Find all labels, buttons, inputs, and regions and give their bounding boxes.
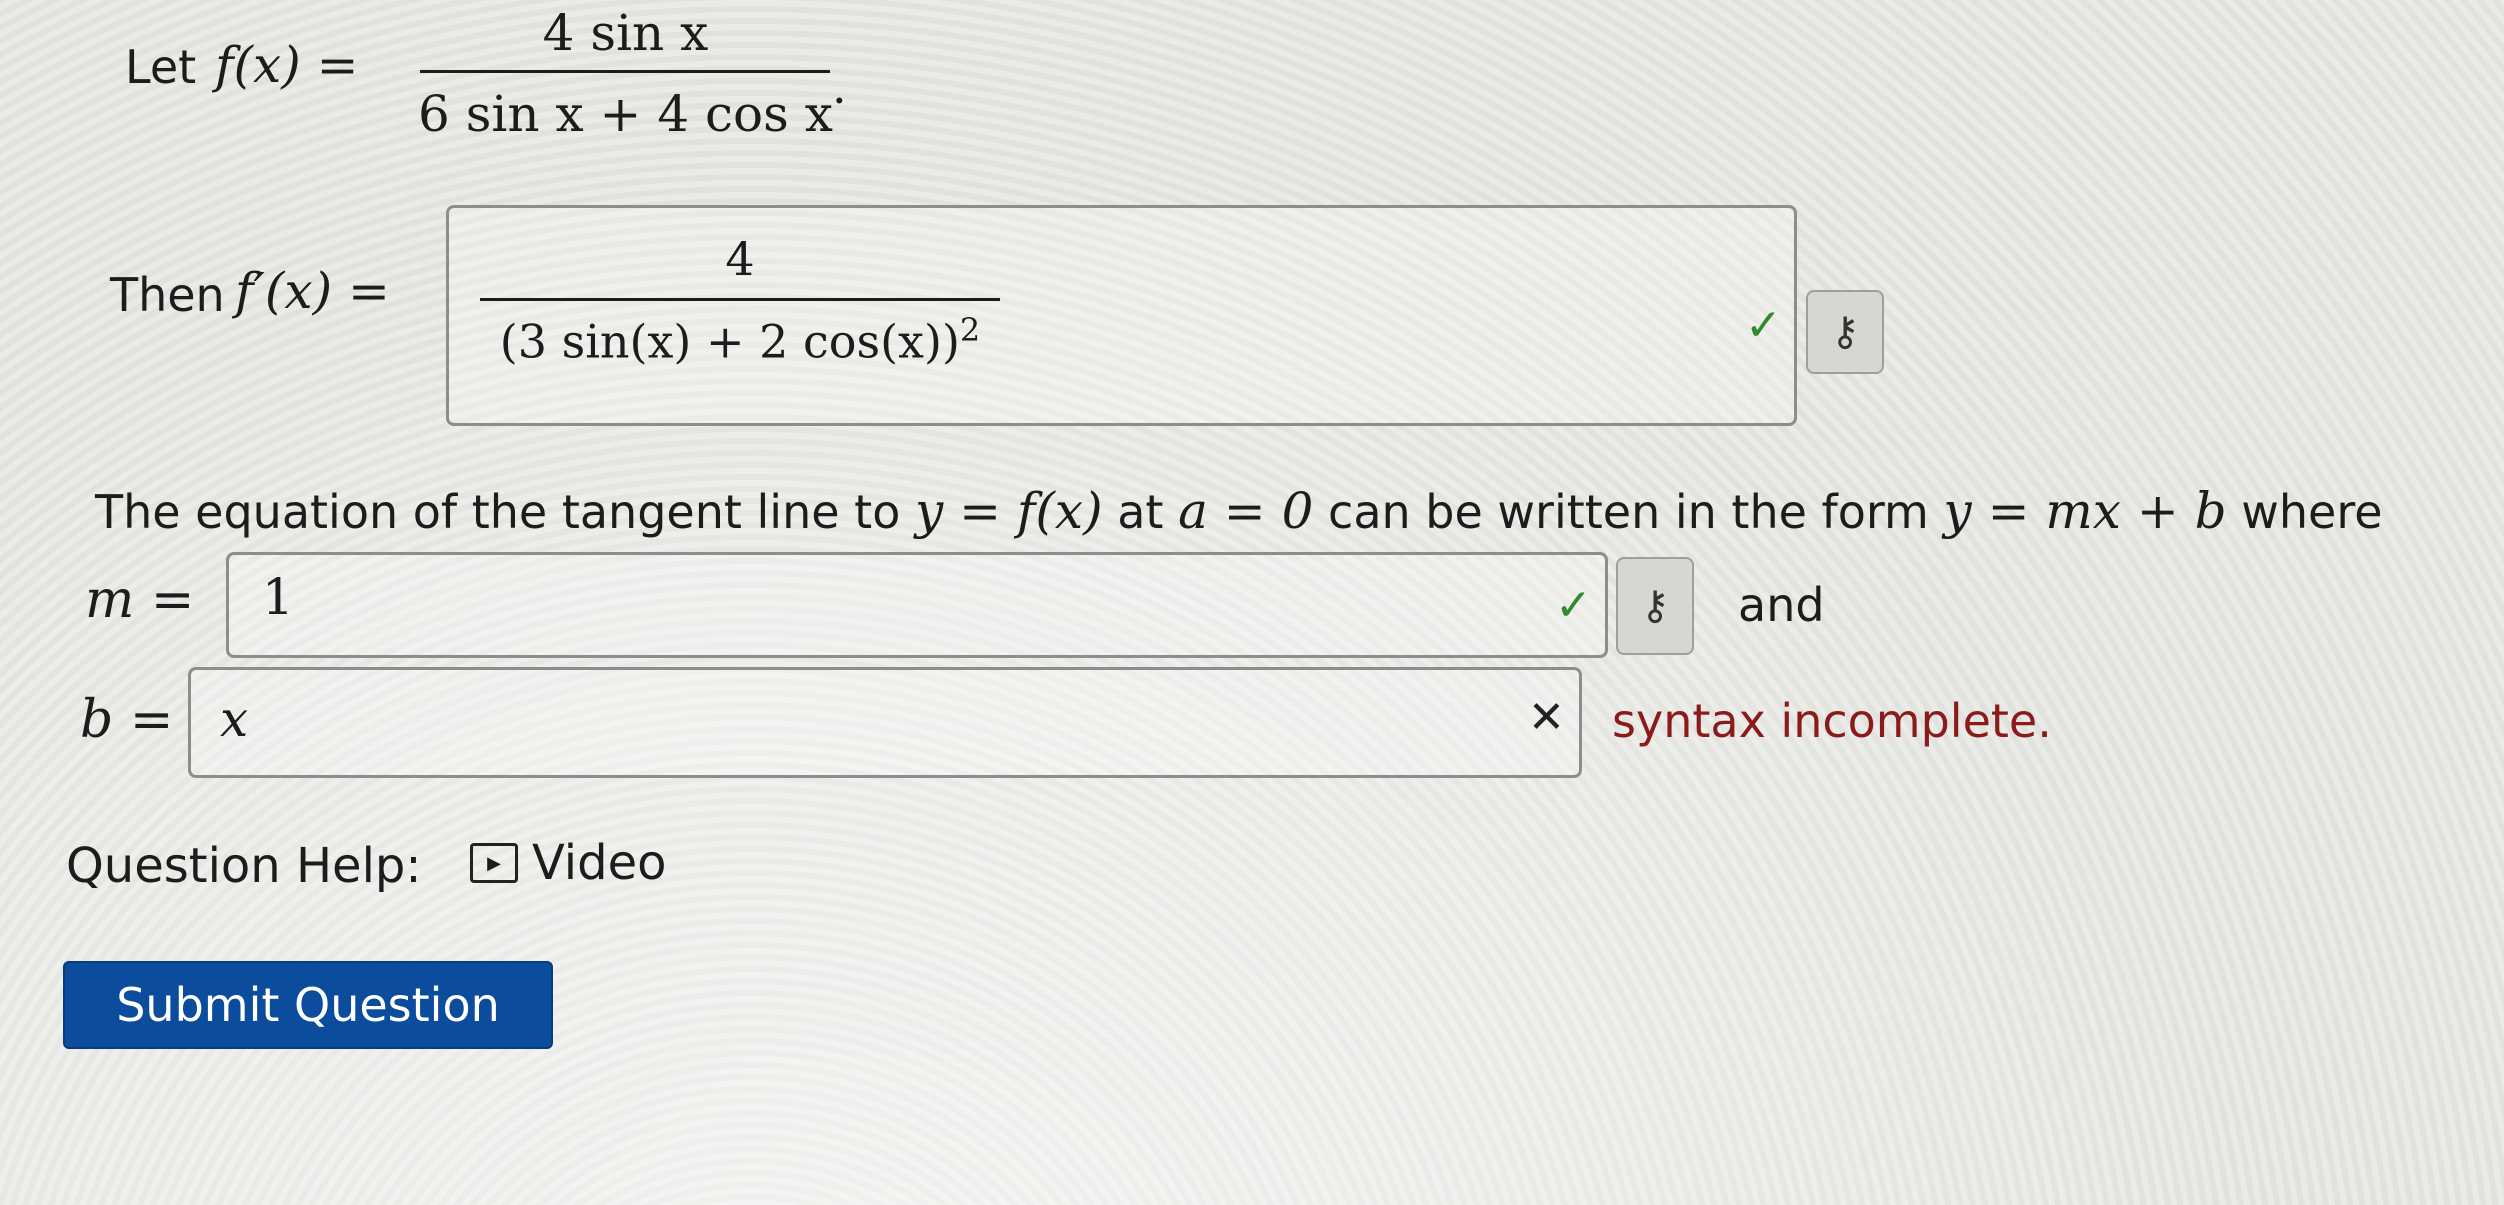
derivative-exponent: 2 <box>959 311 981 349</box>
fraction-bar <box>420 70 831 73</box>
sentence-part: can be written in the form <box>1313 485 1944 539</box>
fraction-bar <box>480 298 1000 301</box>
m-answer-field[interactable] <box>226 552 1608 658</box>
derivative-lhs: f′(x) = <box>235 262 390 320</box>
check-icon: ✓ <box>1745 300 1782 351</box>
m-value: 1 <box>262 568 294 626</box>
video-help-link[interactable]: ▶ Video <box>470 835 666 891</box>
function-denominator: 6 sin x + 4 cos x <box>418 85 833 143</box>
sentence-part: at <box>1102 485 1179 539</box>
m-label: m = <box>85 570 195 630</box>
b-answer-field[interactable] <box>188 667 1582 778</box>
function-fraction: 4 sin x 6 sin x + 4 cos x <box>418 4 833 143</box>
tangent-sentence: The equation of the tangent line to y = … <box>95 482 2383 540</box>
derivative-answer-fraction: 4 (3 sin(x) + 2 cos(x))2 <box>480 232 1000 368</box>
derivative-numerator: 4 <box>725 232 755 286</box>
video-play-icon: ▶ <box>470 843 518 883</box>
period: . <box>832 60 847 114</box>
question-help-label: Question Help: <box>66 838 422 894</box>
preview-key-icon[interactable]: ⚷ <box>1806 290 1884 374</box>
video-link-label: Video <box>532 835 667 891</box>
let-label: Let <box>125 40 197 94</box>
syntax-error-message: syntax incomplete. <box>1612 694 2052 748</box>
sentence-math: y = mx + b <box>1943 482 2227 540</box>
function-numerator: 4 sin x <box>542 4 709 62</box>
sentence-math: y = f(x) <box>914 482 1103 540</box>
function-lhs: f(x) = <box>215 36 359 94</box>
check-icon: ✓ <box>1555 580 1592 631</box>
preview-key-icon[interactable]: ⚷ <box>1616 557 1694 655</box>
then-label: Then <box>110 268 225 322</box>
derivative-denominator: (3 sin(x) + 2 cos(x))2 <box>500 311 981 368</box>
sentence-part: where <box>2226 485 2383 539</box>
b-label: b = <box>80 690 174 750</box>
sentence-math: a = 0 <box>1178 482 1314 540</box>
close-icon: ✕ <box>1528 692 1565 743</box>
derivative-denominator-text: (3 sin(x) + 2 cos(x)) <box>499 314 960 369</box>
b-value: x <box>220 690 249 748</box>
and-label: and <box>1738 578 1825 632</box>
submit-question-button[interactable]: Submit Question <box>63 961 553 1049</box>
sentence-part: The equation of the tangent line to <box>95 485 915 539</box>
